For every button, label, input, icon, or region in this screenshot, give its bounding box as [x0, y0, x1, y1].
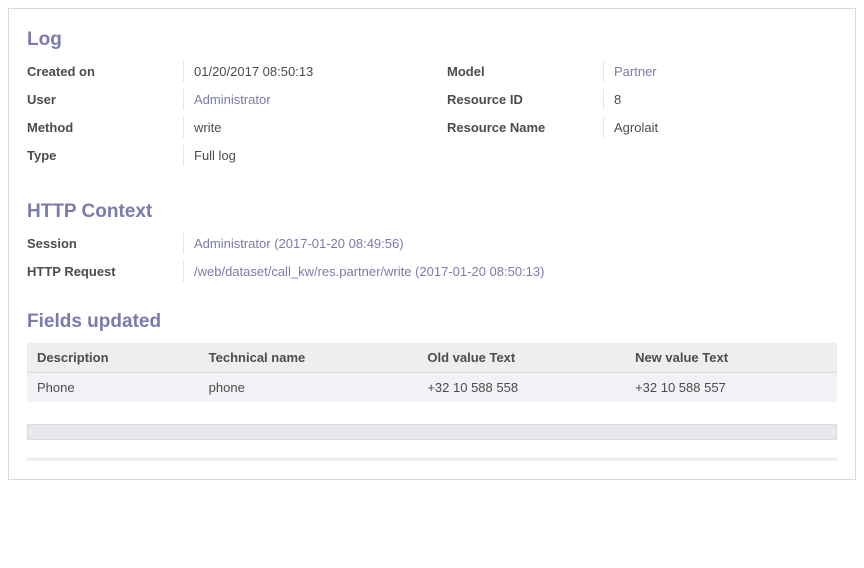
cell-technical-name: phone: [199, 373, 418, 403]
http-context-fields: Session Administrator (2017-01-20 08:49:…: [27, 233, 837, 283]
field-method: Method write: [27, 117, 417, 139]
value-session: Administrator (2017-01-20 08:49:56): [183, 233, 837, 254]
field-type: Type Full log: [27, 145, 417, 167]
field-model: Model Partner: [447, 61, 837, 83]
value-resource-name: Agrolait: [603, 117, 837, 138]
label-type: Type: [27, 145, 183, 163]
col-old-value-text[interactable]: Old value Text: [417, 343, 625, 373]
value-type: Full log: [183, 145, 417, 166]
section-title-http-context: HTTP Context: [27, 201, 837, 223]
value-model: Partner: [603, 61, 837, 82]
field-resource-id: Resource ID 8: [447, 89, 837, 111]
log-fields: Created on 01/20/2017 08:50:13 User Admi…: [27, 61, 837, 173]
session-link[interactable]: Administrator (2017-01-20 08:49:56): [194, 236, 404, 251]
cell-old-value-text: +32 10 588 558: [417, 373, 625, 403]
value-resource-id: 8: [603, 89, 837, 110]
label-http-request: HTTP Request: [27, 261, 183, 279]
field-created-on: Created on 01/20/2017 08:50:13: [27, 61, 417, 83]
form-view: Log Created on 01/20/2017 08:50:13 User …: [8, 8, 856, 480]
field-http-request: HTTP Request /web/dataset/call_kw/res.pa…: [27, 261, 837, 283]
label-resource-name: Resource Name: [447, 117, 603, 135]
user-link[interactable]: Administrator: [194, 92, 271, 107]
log-col-right: Model Partner Resource ID 8 Resource Nam…: [447, 61, 837, 173]
label-created-on: Created on: [27, 61, 183, 79]
footer-bar: [27, 424, 837, 440]
fields-updated-table: Description Technical name Old value Tex…: [27, 343, 837, 402]
http-request-link[interactable]: /web/dataset/call_kw/res.partner/write (…: [194, 264, 544, 279]
col-technical-name[interactable]: Technical name: [199, 343, 418, 373]
cell-description: Phone: [27, 373, 199, 403]
field-user: User Administrator: [27, 89, 417, 111]
col-new-value-text[interactable]: New value Text: [625, 343, 837, 373]
value-user: Administrator: [183, 89, 417, 110]
separator: [27, 458, 837, 461]
cell-new-value-text: +32 10 588 557: [625, 373, 837, 403]
section-title-fields-updated: Fields updated: [27, 311, 837, 333]
label-method: Method: [27, 117, 183, 135]
table-row[interactable]: Phone phone +32 10 588 558 +32 10 588 55…: [27, 373, 837, 403]
label-user: User: [27, 89, 183, 107]
field-session: Session Administrator (2017-01-20 08:49:…: [27, 233, 837, 255]
label-session: Session: [27, 233, 183, 251]
value-http-request: /web/dataset/call_kw/res.partner/write (…: [183, 261, 837, 282]
model-link[interactable]: Partner: [614, 64, 657, 79]
col-description[interactable]: Description: [27, 343, 199, 373]
label-model: Model: [447, 61, 603, 79]
field-resource-name: Resource Name Agrolait: [447, 117, 837, 139]
table-header-row: Description Technical name Old value Tex…: [27, 343, 837, 373]
log-col-left: Created on 01/20/2017 08:50:13 User Admi…: [27, 61, 417, 173]
value-created-on: 01/20/2017 08:50:13: [183, 61, 417, 82]
label-resource-id: Resource ID: [447, 89, 603, 107]
section-title-log: Log: [27, 29, 837, 51]
value-method: write: [183, 117, 417, 138]
